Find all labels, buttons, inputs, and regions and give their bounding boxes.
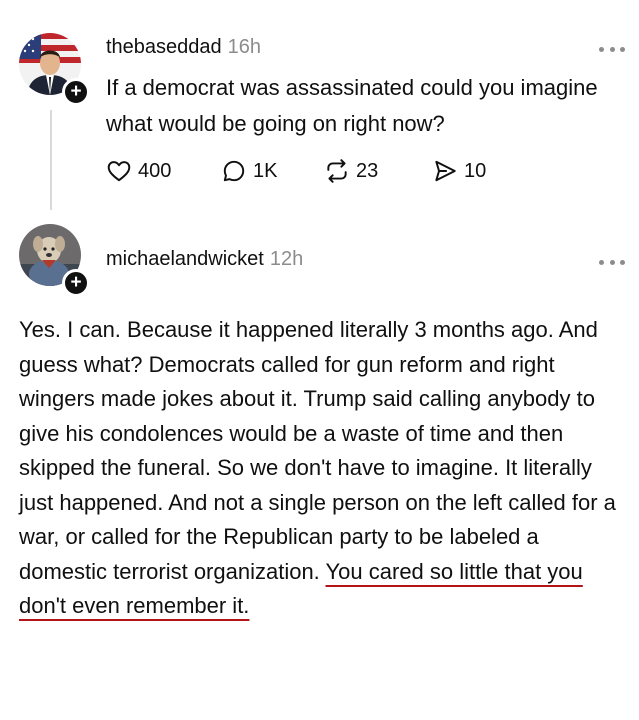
username[interactable]: michaelandwicket — [106, 248, 264, 270]
like-button[interactable]: 400 — [106, 156, 171, 186]
repost-button[interactable]: 23 — [324, 156, 378, 186]
more-dots-icon[interactable] — [599, 45, 625, 53]
follow-plus-icon[interactable]: + — [62, 78, 90, 106]
heart-icon — [107, 161, 131, 182]
like-count: 400 — [138, 159, 172, 182]
more-dots-icon[interactable] — [599, 258, 625, 266]
avatar-container: + — [19, 33, 90, 106]
repost-count: 23 — [356, 159, 379, 182]
post-header: michaelandwicket 12h — [106, 248, 303, 271]
username[interactable]: thebaseddad — [106, 36, 222, 58]
share-button[interactable]: 10 — [432, 156, 486, 186]
timestamp: 16h — [227, 36, 262, 58]
thread-connector — [50, 110, 52, 210]
post-text: Yes. I can. Because it happened literall… — [19, 313, 624, 624]
comment-icon — [223, 160, 245, 182]
follow-plus-icon[interactable]: + — [62, 269, 90, 297]
reply-count: 1K — [253, 159, 278, 182]
avatar-container: + — [19, 224, 90, 297]
post-michaelandwicket: + michaelandwicket 12h Yes. I can. Becaus… — [0, 215, 639, 720]
post-thebaseddad: + thebaseddad 16h If a democrat was assas… — [0, 0, 639, 215]
post-header: thebaseddad 16h — [106, 36, 261, 59]
send-icon — [435, 160, 456, 182]
post-text-plain: Yes. I can. Because it happened literall… — [19, 317, 616, 584]
repost-icon — [327, 159, 347, 183]
share-count: 10 — [464, 159, 487, 182]
reply-button[interactable]: 1K — [221, 156, 277, 186]
timestamp: 12h — [269, 248, 304, 270]
post-text: If a democrat was assassinated could you… — [106, 75, 598, 136]
